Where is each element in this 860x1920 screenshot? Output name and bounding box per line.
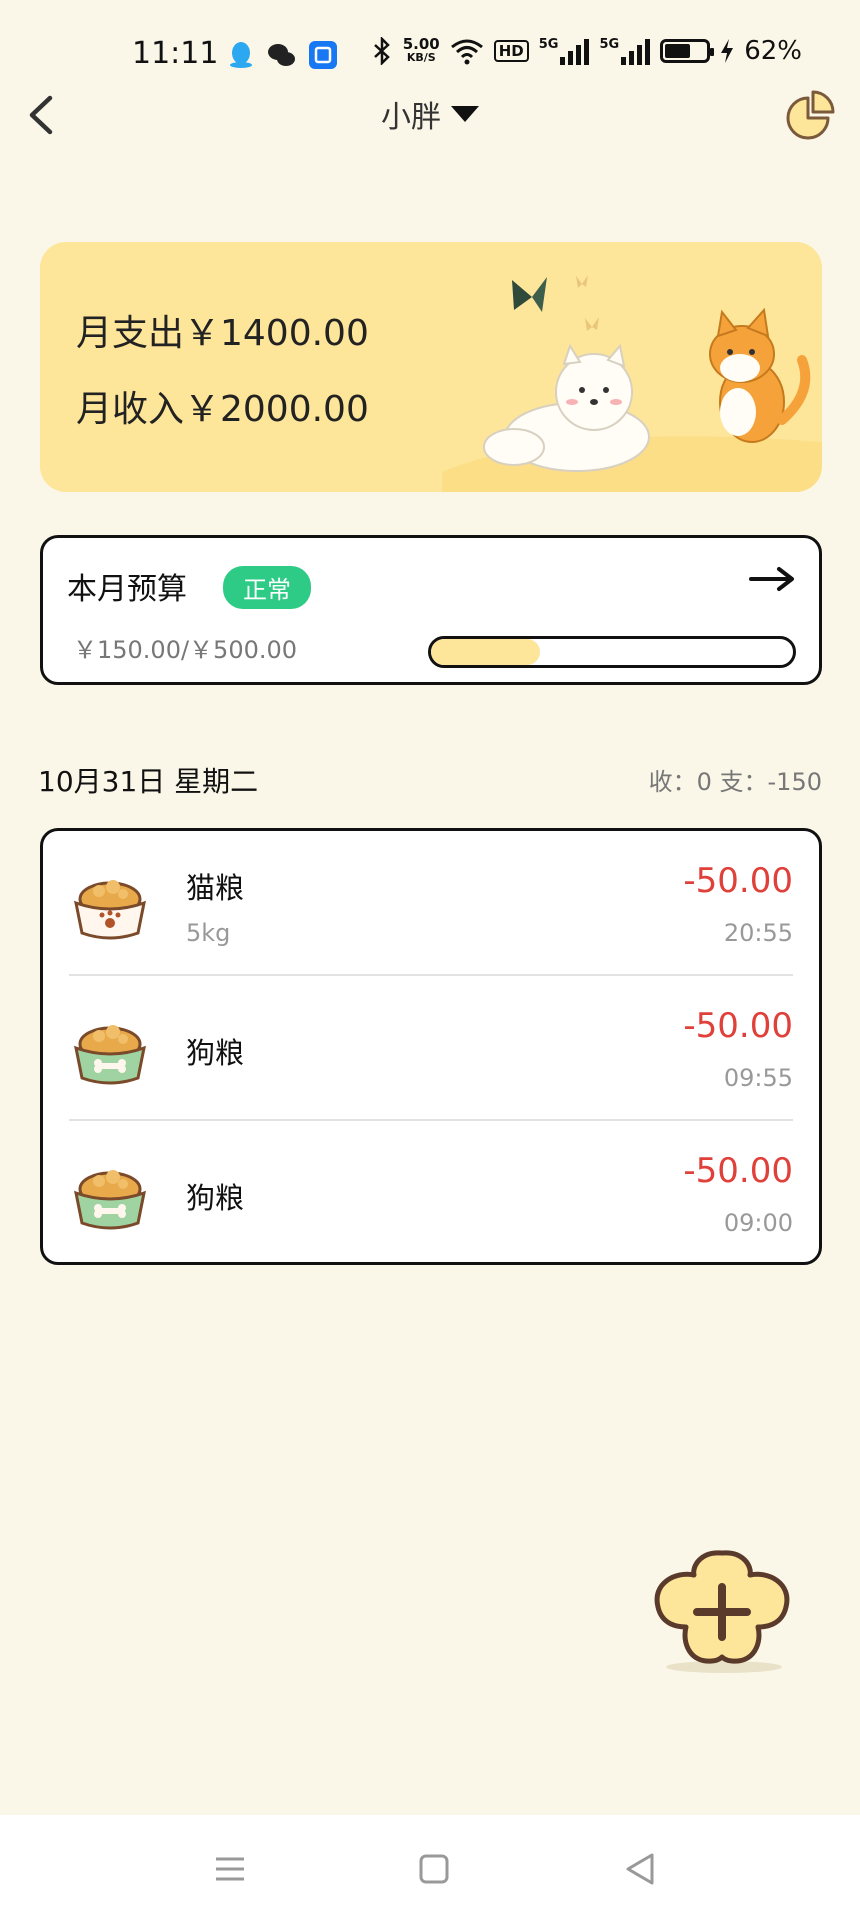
record-amount: -50.00 bbox=[683, 861, 793, 901]
record-name: 狗粮 bbox=[186, 1181, 245, 1215]
budget-card[interactable]: 本月预算 正常 ￥150.00/￥500.00 bbox=[40, 535, 822, 685]
day-date: 10月31日 星期二 bbox=[38, 765, 259, 798]
budget-progress-bar bbox=[428, 636, 796, 668]
record-amount: -50.00 bbox=[683, 1006, 793, 1046]
record-time: 20:55 bbox=[723, 919, 793, 947]
system-nav-bar bbox=[0, 1815, 860, 1920]
record-name: 猫粮 bbox=[186, 871, 245, 905]
net-speed: 5.00 KB/S bbox=[403, 37, 440, 65]
cat-food-bowl-icon bbox=[74, 880, 146, 940]
battery-icon bbox=[660, 39, 715, 63]
pets-illustration bbox=[442, 275, 822, 492]
cat-illustration bbox=[709, 307, 811, 443]
menu-icon[interactable] bbox=[210, 1849, 250, 1889]
signal-bars-1 bbox=[560, 37, 590, 65]
record-time: 09:55 bbox=[723, 1064, 793, 1092]
charging-icon bbox=[721, 39, 734, 63]
wifi-icon bbox=[450, 39, 483, 65]
net-speed-unit: KB/S bbox=[406, 51, 436, 64]
record-time: 09:00 bbox=[723, 1209, 793, 1237]
battery-percent: 62% bbox=[744, 36, 802, 66]
record-note: 5kg bbox=[186, 919, 231, 947]
list-item[interactable]: 狗粮 -50.00 09:55 bbox=[43, 976, 819, 1121]
monthly-income: 月收入￥2000.00 bbox=[76, 389, 369, 430]
record-amount: -50.00 bbox=[683, 1151, 793, 1191]
signal-label-2: 5G bbox=[599, 37, 620, 52]
list-item[interactable]: 猫粮 5kg -50.00 20:55 bbox=[43, 831, 819, 976]
bluetooth-icon bbox=[373, 37, 390, 65]
record-name: 狗粮 bbox=[186, 1036, 245, 1070]
add-record-button[interactable] bbox=[646, 1545, 798, 1675]
butterfly-icon bbox=[512, 277, 547, 312]
budget-status-badge: 正常 bbox=[223, 566, 311, 609]
battery-fill bbox=[665, 44, 690, 58]
caret-down-icon bbox=[451, 106, 479, 122]
qq-icon bbox=[230, 42, 252, 68]
pie-chart-icon[interactable] bbox=[782, 88, 836, 142]
app-notification-icon bbox=[309, 41, 337, 69]
back-nav-icon[interactable] bbox=[620, 1849, 660, 1889]
budget-title: 本月预算 bbox=[67, 572, 187, 607]
signal-5g-2: 5G bbox=[599, 37, 651, 65]
day-summary: 收：0 支：-150 bbox=[648, 768, 822, 796]
net-speed-value: 5.00 bbox=[402, 35, 440, 53]
budget-progress-fill bbox=[431, 639, 540, 665]
monthly-summary-card: 月支出￥1400.00 月收入￥2000.00 bbox=[40, 242, 822, 492]
status-time: 11:11 bbox=[132, 36, 219, 71]
page-title: 小胖 bbox=[381, 100, 441, 135]
status-indicators: 5.00 KB/S HD 5G 5G 62% bbox=[371, 36, 802, 66]
arrow-right-icon[interactable] bbox=[749, 566, 795, 592]
signal-label-1: 5G bbox=[538, 37, 559, 52]
monthly-expense: 月支出￥1400.00 bbox=[76, 313, 369, 354]
dog-food-bowl-icon bbox=[74, 1170, 146, 1230]
records-list: 猫粮 5kg -50.00 20:55 狗粮 -50.00 09:55 狗粮 -… bbox=[40, 828, 822, 1265]
list-item[interactable]: 狗粮 -50.00 09:00 bbox=[43, 1121, 819, 1266]
wechat-icon bbox=[268, 44, 295, 66]
signal-bars-2 bbox=[621, 37, 651, 65]
pet-selector[interactable]: 小胖 bbox=[0, 92, 860, 136]
dog-illustration bbox=[483, 343, 650, 472]
dog-food-bowl-icon bbox=[74, 1025, 146, 1085]
home-icon[interactable] bbox=[414, 1849, 454, 1889]
budget-amount: ￥150.00/￥500.00 bbox=[73, 636, 298, 664]
hd-badge: HD bbox=[493, 40, 529, 62]
signal-5g-1: 5G bbox=[539, 37, 590, 65]
